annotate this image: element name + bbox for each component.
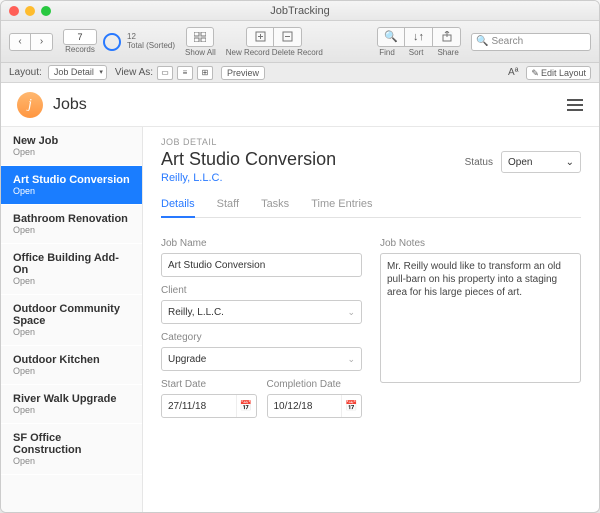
tab-details[interactable]: Details [161,198,195,218]
sidebar-item-subtitle: Open [13,147,130,157]
start-date-label: Start Date [161,379,257,390]
window-title: JobTracking [1,5,599,17]
sidebar-item-title: Bathroom Renovation [13,213,130,225]
chevron-down-icon: ⌄ [566,157,574,168]
job-name-label: Job Name [161,238,362,249]
calendar-icon[interactable]: 📅 [236,395,256,417]
app-logo-icon: j [17,92,43,118]
text-format-button[interactable]: Aª [508,67,518,78]
sidebar-item-subtitle: Open [13,186,130,196]
sidebar-item-subtitle: Open [13,225,130,235]
sidebar-item[interactable]: New JobOpen [1,127,142,166]
record-total-text: 12Total (Sorted) [127,33,175,51]
edit-layout-button[interactable]: ✎Edit Layout [526,66,591,80]
completion-date-field[interactable]: 10/12/18📅 [267,394,363,418]
tab-time-entries[interactable]: Time Entries [311,198,372,217]
view-form-icon[interactable]: ▭ [157,66,173,80]
sidebar-item[interactable]: River Walk UpgradeOpen [1,385,142,424]
page-title: Jobs [53,96,87,114]
chevron-down-icon: ⌄ [347,307,355,318]
notes-textarea[interactable]: Mr. Reilly would like to transform an ol… [380,253,581,383]
find-sort-share-group: 🔍 ↓↑ FindSortShare [377,27,461,57]
sidebar: New JobOpenArt Studio ConversionOpenBath… [1,127,143,512]
sidebar-item[interactable]: SF Office ConstructionOpen [1,424,142,475]
chevron-down-icon: ⌄ [347,354,355,365]
sidebar-item[interactable]: Art Studio ConversionOpen [1,166,142,205]
tab-staff[interactable]: Staff [217,198,239,217]
layout-label: Layout: [9,67,42,78]
notes-label: Job Notes [380,238,581,249]
view-table-icon[interactable]: ⊞ [197,66,213,80]
job-title: Art Studio Conversion [161,149,465,170]
sidebar-item-subtitle: Open [13,405,130,415]
sidebar-item[interactable]: Outdoor KitchenOpen [1,346,142,385]
completion-date-label: Completion Date [267,379,363,390]
sidebar-item-title: Art Studio Conversion [13,174,130,186]
titlebar: JobTracking [1,1,599,21]
sidebar-item[interactable]: Office Building Add-OnOpen [1,244,142,295]
sidebar-item-title: Office Building Add-On [13,252,130,276]
sidebar-item-title: River Walk Upgrade [13,393,130,405]
new-delete-group: New RecordDelete Record [226,27,323,57]
show-all-group: Show All [185,27,216,57]
client-link[interactable]: Reilly, L.L.C. [161,172,465,184]
sidebar-item-title: Outdoor Community Space [13,303,130,327]
sidebar-item-title: New Job [13,135,130,147]
body: New JobOpenArt Studio ConversionOpenBath… [1,127,599,512]
show-all-button[interactable] [186,27,214,47]
breadcrumb: JOB DETAIL [161,137,465,147]
layout-select[interactable]: Job Detail [48,65,107,80]
nav-back-button[interactable]: ‹ [9,33,31,51]
main-panel: JOB DETAIL Art Studio Conversion Reilly,… [143,127,599,512]
client-label: Client [161,285,362,296]
nav-forward-button[interactable]: › [31,33,53,51]
sidebar-item[interactable]: Bathroom RenovationOpen [1,205,142,244]
sidebar-item-subtitle: Open [13,366,130,376]
status-select[interactable]: Open⌄ [501,151,581,173]
find-button[interactable]: 🔍 [377,27,405,47]
record-pie-icon[interactable] [103,33,121,51]
app-window: JobTracking ‹ › 7 Records 12Total (Sorte… [0,0,600,513]
start-date-field[interactable]: 27/11/18📅 [161,394,257,418]
delete-record-button[interactable] [274,27,302,47]
pencil-icon: ✎ [531,67,539,79]
tab-bar: Details Staff Tasks Time Entries [161,198,581,218]
sidebar-item-subtitle: Open [13,456,130,466]
sidebar-item-title: Outdoor Kitchen [13,354,130,366]
share-button[interactable] [433,27,461,47]
view-list-icon[interactable]: ≡ [177,66,193,80]
calendar-icon[interactable]: 📅 [341,395,361,417]
job-name-field[interactable]: Art Studio Conversion [161,253,362,277]
tab-tasks[interactable]: Tasks [261,198,289,217]
menu-icon[interactable] [567,99,583,111]
viewas-label: View As: [115,67,153,78]
sidebar-item-subtitle: Open [13,327,130,337]
search-field[interactable]: 🔍Search [471,33,591,51]
sort-button[interactable]: ↓↑ [405,27,433,47]
record-navigator: 7 Records 12Total (Sorted) [63,29,175,54]
sidebar-item-subtitle: Open [13,276,130,286]
nav-back-forward: ‹ › [9,33,53,51]
status-label: Status [465,157,493,168]
page-header: j Jobs [1,83,599,127]
sidebar-item-title: SF Office Construction [13,432,130,456]
sidebar-item[interactable]: Outdoor Community SpaceOpen [1,295,142,346]
record-number-field[interactable]: 7 [63,29,97,45]
search-icon: 🔍 [476,36,488,47]
toolbar: ‹ › 7 Records 12Total (Sorted) Show All … [1,21,599,63]
layout-bar: Layout: Job Detail View As: ▭ ≡ ⊞ Previe… [1,63,599,83]
category-select[interactable]: Upgrade⌄ [161,347,362,371]
category-label: Category [161,332,362,343]
new-record-button[interactable] [246,27,274,47]
records-label: Records [65,45,95,54]
preview-button[interactable]: Preview [221,66,265,80]
client-select[interactable]: Reilly, L.L.C.⌄ [161,300,362,324]
